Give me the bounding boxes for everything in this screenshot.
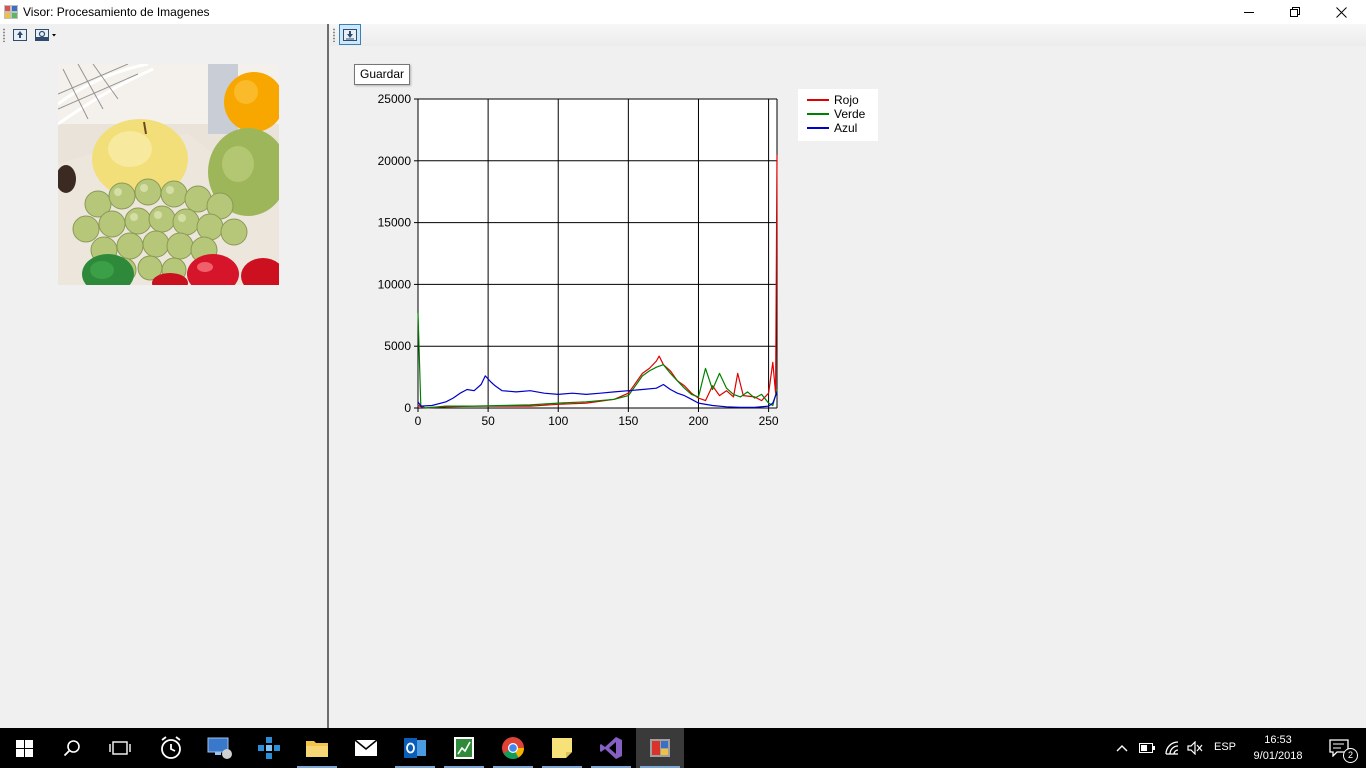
y-tick-label: 20000 — [378, 154, 412, 168]
battery-button[interactable] — [1136, 728, 1158, 768]
start-button[interactable] — [0, 728, 48, 768]
open-image-button[interactable] — [11, 26, 29, 44]
filter-dropdown-button[interactable] — [33, 26, 59, 44]
action-center-button[interactable]: 2 — [1316, 728, 1362, 768]
task-view-button[interactable] — [96, 728, 144, 768]
title-bar: Visor: Procesamiento de Imagenes — [0, 0, 1366, 24]
filter-dropdown-icon — [35, 29, 56, 41]
histogram-chart: 0 50 100 150 200 250 0 5000 10000 15000 20000 25000… — [378, 89, 878, 428]
save-icon — [343, 28, 357, 41]
panel-splitter[interactable] — [327, 24, 329, 728]
taskbar-app-outlook[interactable] — [391, 728, 439, 768]
taskbar: ESP 16:53 9/01/2018 2 — [0, 728, 1366, 768]
alarms-icon — [161, 736, 181, 759]
plot-area — [418, 99, 777, 408]
toolbar-grip[interactable] — [333, 28, 335, 42]
restore-icon — [1290, 7, 1300, 17]
taskbar-app-window[interactable] — [636, 728, 684, 768]
y-tick-label: 15000 — [378, 216, 412, 230]
x-tick-label: 0 — [415, 414, 422, 428]
legend-label: Azul — [834, 121, 857, 135]
app-window-icon — [650, 739, 670, 757]
sticky-notes-icon — [552, 738, 572, 758]
taskbar-app-spreadsheet[interactable] — [440, 728, 488, 768]
network-app-icon — [258, 737, 280, 759]
chart-legend: RojoVerdeAzul — [798, 89, 878, 141]
left-toolbar — [0, 24, 327, 46]
restore-button[interactable] — [1272, 0, 1318, 24]
search-button[interactable] — [48, 728, 96, 768]
windows-start-icon — [15, 739, 33, 757]
minimize-button[interactable] — [1226, 0, 1272, 24]
chrome-icon — [502, 737, 524, 759]
taskbar-app-chrome[interactable] — [489, 728, 537, 768]
right-toolbar — [330, 24, 1366, 46]
file-explorer-icon — [306, 741, 328, 757]
volume-button[interactable] — [1184, 728, 1206, 768]
taskbar-app-visual-studio[interactable] — [587, 728, 635, 768]
input-language[interactable]: ESP — [1214, 741, 1236, 753]
toolbar-grip[interactable] — [3, 28, 5, 42]
taskbar-app-file-explorer[interactable] — [293, 728, 341, 768]
close-icon — [1335, 6, 1347, 18]
search-icon — [63, 740, 80, 757]
y-tick-label: 10000 — [378, 277, 412, 291]
show-hidden-icons-button[interactable] — [1112, 728, 1132, 768]
clock-date: 9/01/2018 — [1253, 750, 1303, 762]
wifi-icon — [1165, 741, 1179, 755]
y-tick-label: 25000 — [378, 92, 412, 106]
x-tick-label: 200 — [688, 414, 708, 428]
remote-desktop-icon — [207, 737, 232, 759]
network-button[interactable] — [1160, 728, 1184, 768]
image-preview — [58, 64, 279, 285]
visual-studio-icon — [600, 737, 622, 759]
window-title: Visor: Procesamiento de Imagenes — [23, 5, 210, 19]
battery-icon — [1139, 743, 1155, 753]
taskbar-app-mail[interactable] — [342, 728, 390, 768]
fruit-photo — [58, 64, 279, 285]
clock-time: 16:53 — [1264, 734, 1292, 746]
legend-label: Verde — [834, 107, 866, 121]
x-tick-label: 100 — [548, 414, 568, 428]
app-icon — [4, 5, 18, 19]
y-tick-label: 0 — [404, 401, 411, 415]
legend-label: Rojo — [834, 93, 859, 107]
close-button[interactable] — [1318, 0, 1364, 24]
y-tick-label: 5000 — [384, 339, 411, 353]
mail-icon — [354, 739, 378, 756]
task-view-icon — [109, 741, 131, 755]
taskbar-app-network[interactable] — [245, 728, 293, 768]
x-tick-label: 150 — [618, 414, 638, 428]
minimize-icon — [1244, 12, 1254, 13]
clock[interactable]: 16:53 9/01/2018 — [1243, 732, 1313, 764]
volume-muted-icon — [1187, 741, 1203, 755]
open-image-icon — [13, 29, 27, 41]
taskbar-app-sticky-notes[interactable] — [538, 728, 586, 768]
x-tick-label: 50 — [481, 414, 495, 428]
taskbar-app-alarms[interactable] — [147, 728, 195, 768]
taskbar-app-remote-desktop[interactable] — [196, 728, 244, 768]
chevron-up-icon — [1116, 745, 1128, 752]
save-button[interactable] — [339, 24, 361, 45]
outlook-icon — [404, 738, 426, 758]
save-tooltip: Guardar — [354, 64, 411, 85]
spreadsheet-icon — [454, 737, 474, 759]
notification-count-badge: 2 — [1343, 748, 1358, 763]
x-tick-label: 250 — [759, 414, 779, 428]
